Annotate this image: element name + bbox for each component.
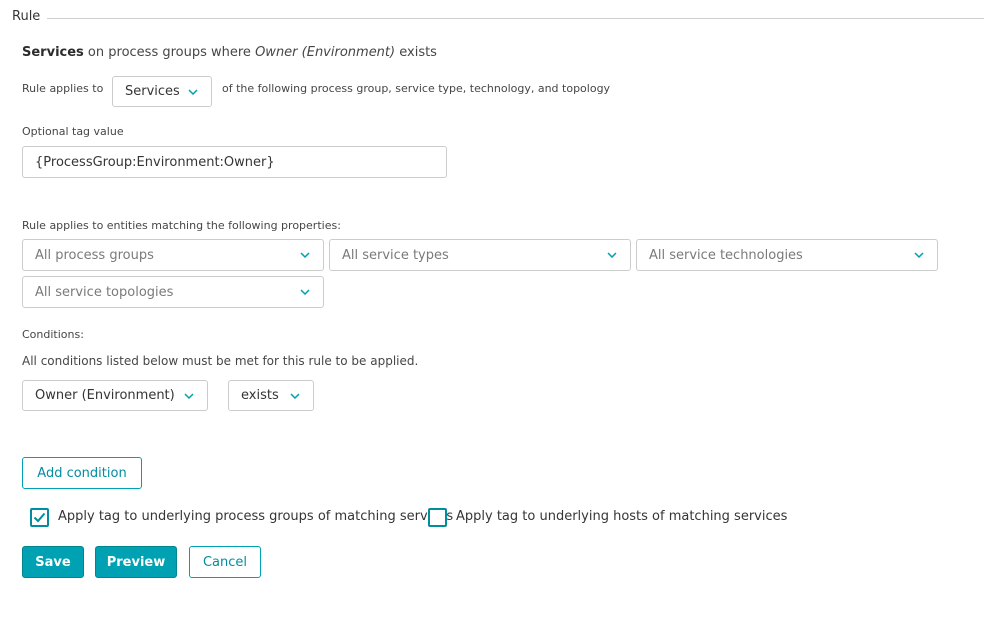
- chevron-down-icon: [606, 249, 618, 261]
- properties-label: Rule applies to entities matching the fo…: [22, 219, 341, 232]
- apply-pg-label[interactable]: Apply tag to underlying process groups o…: [58, 509, 453, 524]
- condition-property-value: Owner (Environment): [35, 388, 175, 403]
- service-types-dropdown[interactable]: All service types: [329, 239, 631, 271]
- section-divider: [47, 18, 984, 19]
- conditions-label: Conditions:: [22, 328, 84, 341]
- summary-post: exists: [395, 45, 437, 60]
- rule-summary: Services on process groups where Owner (…: [22, 45, 437, 60]
- apply-pg-checkbox[interactable]: [30, 508, 49, 527]
- process-groups-value: All process groups: [35, 247, 154, 263]
- summary-entity: Services: [22, 45, 84, 60]
- conditions-note: All conditions listed below must be met …: [22, 354, 419, 368]
- chevron-down-icon: [187, 86, 199, 98]
- add-condition-button[interactable]: Add condition: [22, 457, 142, 489]
- service-types-value: All service types: [342, 247, 449, 263]
- section-title: Rule: [12, 9, 41, 24]
- chevron-down-icon: [289, 390, 301, 402]
- rule-applies-suffix: of the following process group, service …: [222, 82, 611, 95]
- service-topologies-dropdown[interactable]: All service topologies: [22, 276, 324, 308]
- rule-applies-label: Rule applies to: [22, 82, 104, 95]
- service-technologies-value: All service technologies: [649, 247, 803, 263]
- summary-property: Owner (Environment): [255, 45, 396, 60]
- rule-applies-value: Services: [125, 84, 179, 99]
- chevron-down-icon: [183, 390, 195, 402]
- check-icon: [33, 512, 46, 523]
- save-button[interactable]: Save: [22, 546, 84, 578]
- service-technologies-dropdown[interactable]: All service technologies: [636, 239, 938, 271]
- tag-value-label: Optional tag value: [22, 125, 124, 138]
- condition-operator-dropdown[interactable]: exists: [228, 380, 314, 411]
- process-groups-dropdown[interactable]: All process groups: [22, 239, 324, 271]
- tag-value-input[interactable]: [22, 146, 447, 178]
- rule-applies-dropdown[interactable]: Services: [112, 76, 212, 107]
- cancel-button[interactable]: Cancel: [189, 546, 261, 578]
- condition-property-dropdown[interactable]: Owner (Environment): [22, 380, 208, 411]
- summary-pre: on process groups where: [83, 45, 256, 60]
- chevron-down-icon: [299, 286, 311, 298]
- chevron-down-icon: [299, 249, 311, 261]
- apply-hosts-label[interactable]: Apply tag to underlying hosts of matchin…: [456, 509, 787, 524]
- service-topologies-value: All service topologies: [35, 284, 174, 300]
- preview-button[interactable]: Preview: [95, 546, 177, 578]
- chevron-down-icon: [913, 249, 925, 261]
- apply-hosts-checkbox[interactable]: [428, 508, 447, 527]
- condition-operator-value: exists: [241, 388, 279, 403]
